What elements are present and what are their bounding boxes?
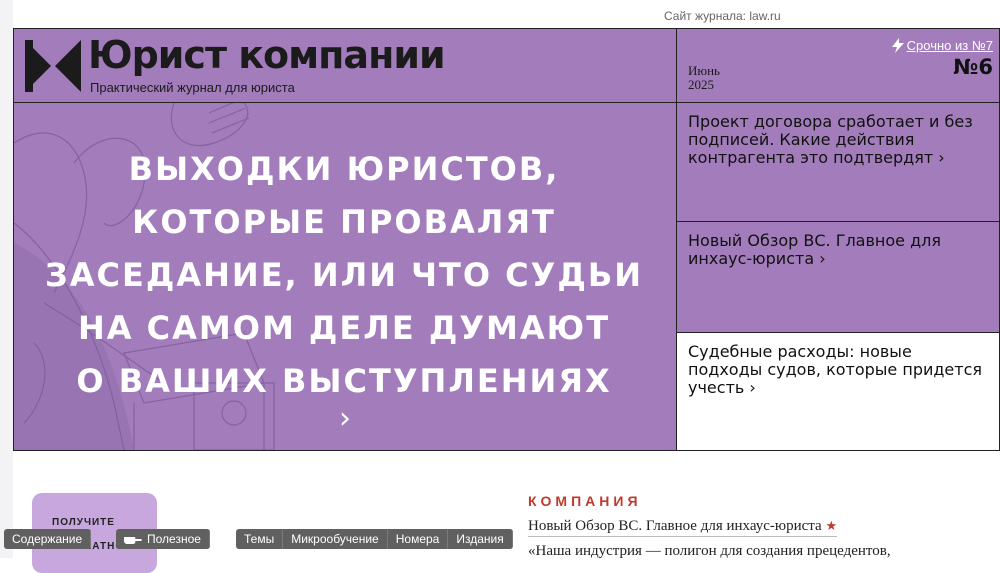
hero-title[interactable]: Выходки юристов, которые провалят заседа… bbox=[34, 143, 654, 408]
chevron-right-icon: › bbox=[819, 249, 826, 268]
chevron-right-icon: › bbox=[938, 148, 945, 167]
side-article-title: Проект договора сработает и без подписей… bbox=[688, 112, 973, 167]
topics-button[interactable]: Темы bbox=[236, 529, 284, 549]
toolbar-group-contents: Содержание bbox=[4, 529, 92, 549]
contents-button[interactable]: Содержание bbox=[4, 529, 92, 549]
urgent-label: Срочно из №7 bbox=[906, 38, 993, 53]
microlearning-button[interactable]: Микрообучение bbox=[283, 529, 388, 549]
logo-subtitle: Практический журнал для юриста bbox=[90, 80, 295, 95]
side-article-title: Новый Обзор ВС. Главное для инхаус-юрист… bbox=[688, 231, 941, 268]
side-article[interactable]: Проект договора сработает и без подписей… bbox=[676, 102, 1000, 222]
chevron-right-icon[interactable]: › bbox=[339, 401, 351, 436]
lightning-icon bbox=[891, 38, 904, 53]
issue-year: 2025 bbox=[688, 77, 714, 92]
useful-button[interactable]: Полезное bbox=[116, 529, 210, 549]
hand-pointer-icon bbox=[124, 536, 142, 544]
site-label: Сайт журнала: bbox=[664, 9, 747, 23]
chevron-right-icon: › bbox=[749, 378, 756, 397]
left-gutter bbox=[0, 0, 13, 558]
side-article[interactable]: Новый Обзор ВС. Главное для инхаус-юрист… bbox=[676, 221, 1000, 333]
issue-date: Июнь 2025 bbox=[688, 64, 720, 92]
news-title: Новый Обзор ВС. Главное для инхаус-юрист… bbox=[528, 518, 822, 534]
news-item[interactable]: Новый Обзор ВС. Главное для инхаус-юрист… bbox=[528, 518, 838, 537]
site-url[interactable]: law.ru bbox=[749, 9, 780, 23]
section-label[interactable]: КОМПАНИЯ bbox=[528, 493, 642, 509]
issue-month: Июнь bbox=[688, 63, 720, 78]
hero-title-line: на самом деле думают bbox=[77, 309, 611, 347]
issues-button[interactable]: Номера bbox=[387, 529, 449, 549]
site-link[interactable]: Сайт журнала: law.ru bbox=[664, 9, 781, 23]
side-article[interactable]: Судебные расходы: новые подходы судов, к… bbox=[676, 332, 1000, 451]
logo-mark-icon bbox=[25, 40, 81, 92]
issue-number: №6 bbox=[953, 55, 993, 79]
toolbar-group-useful: Полезное bbox=[116, 529, 210, 549]
promo-line: ПОЛУЧИТЕ bbox=[52, 517, 115, 528]
hero-article[interactable]: Выходки юристов, которые провалят заседа… bbox=[13, 102, 677, 451]
hero-title-line: Выходки юристов, bbox=[128, 150, 560, 188]
hero-title-line: заседание, или Что судьи bbox=[45, 256, 643, 294]
star-icon: ★ bbox=[825, 518, 838, 533]
masthead-logo[interactable]: Юрист компании Практический журнал для ю… bbox=[13, 28, 677, 103]
logo-title: Юрист компании bbox=[88, 33, 446, 77]
urgent-link[interactable]: Срочно из №7 bbox=[891, 38, 993, 53]
hero-title-line: которые провалят bbox=[132, 203, 556, 241]
issue-info: Июнь 2025 Срочно из №7 №6 bbox=[676, 28, 1000, 103]
side-article-title: Судебные расходы: новые подходы судов, к… bbox=[688, 342, 983, 397]
toolbar-group-nav: Темы Микрообучение Номера Издания bbox=[236, 529, 513, 549]
news-item[interactable]: «Наша индустрия — полигон для создания п… bbox=[528, 543, 891, 560]
publications-button[interactable]: Издания bbox=[448, 529, 513, 549]
useful-label: Полезное bbox=[147, 532, 201, 546]
